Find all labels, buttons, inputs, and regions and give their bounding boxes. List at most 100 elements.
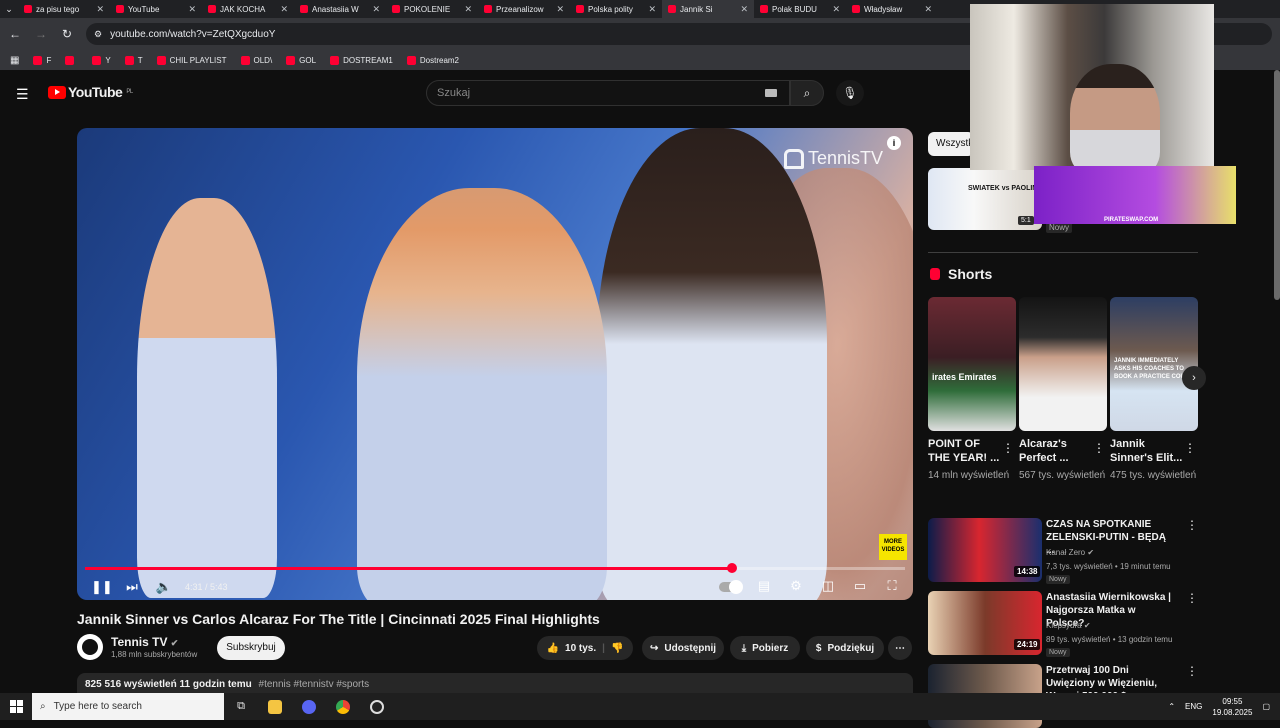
back-icon[interactable]: ←	[8, 27, 22, 41]
browser-tab[interactable]: Polak BUDU ✕	[754, 0, 846, 18]
info-icon[interactable]: i	[887, 136, 901, 150]
youtube-logo[interactable]: YouTube PL	[48, 84, 133, 100]
short-card[interactable]: JANNIK IMMEDIATELY ASKS HIS COACHES TO B…	[1110, 297, 1198, 483]
thanks-button[interactable]: $ Podziękuj	[806, 636, 884, 660]
apps-grid-icon[interactable]: ▦	[10, 55, 19, 66]
short-thumbnail[interactable]: irates Emirates	[928, 297, 1016, 431]
bookmark-item[interactable]: Y	[92, 55, 111, 65]
more-options-icon[interactable]: ⋮	[1093, 441, 1105, 455]
bookmark-item[interactable]: GOL	[286, 55, 316, 65]
recommended-video[interactable]: 24:19 Anastasiia Wiernikowska | Najgorsza…	[928, 591, 1198, 657]
page-scrollbar[interactable]	[1274, 70, 1280, 300]
channel-name[interactable]: Tennis TV ✔	[111, 635, 178, 649]
download-button[interactable]: ⤓ Pobierz	[730, 636, 800, 660]
progress-bar[interactable]	[85, 563, 905, 573]
close-tab-icon[interactable]: ✕	[464, 4, 472, 15]
recommended-video[interactable]: 14:38 CZAS NA SPOTKANIE ZELENSKI-PUTIN - …	[928, 518, 1198, 584]
short-card[interactable]: irates Emirates POINT OF THE YEAR! ... 14 …	[928, 297, 1016, 483]
site-info-icon[interactable]: ⚙	[94, 29, 102, 40]
more-options-icon[interactable]: ⋮	[1186, 591, 1198, 605]
bookmark-item[interactable]: T	[124, 55, 143, 65]
file-explorer-icon[interactable]	[258, 693, 292, 720]
fullscreen-icon[interactable]: ⛶	[883, 578, 901, 594]
browser-tab[interactable]: Władysław ✕	[846, 0, 938, 18]
video-player[interactable]: TennisTV i MORE VIDEOS ❚❚ ⏭ 🔈 4:31 / 5:4…	[77, 128, 913, 600]
short-thumbnail[interactable]	[1019, 297, 1107, 431]
theater-mode-icon[interactable]: ▭	[851, 578, 869, 594]
more-options-icon[interactable]: ⋮	[1186, 518, 1198, 532]
more-actions-button[interactable]: ⋯	[888, 636, 912, 660]
search-button[interactable]: ⌕	[790, 80, 824, 106]
recommended-video[interactable]: Przetrwaj 100 Dni Uwięziony w Więzieniu,…	[928, 664, 1198, 728]
filter-chip-all[interactable]: Wszystk	[928, 132, 974, 156]
clock[interactable]: 09:55 19.08.2025	[1212, 696, 1252, 718]
obs-icon[interactable]	[360, 693, 394, 720]
close-tab-icon[interactable]: ✕	[96, 4, 104, 15]
search-input[interactable]: Szukaj	[426, 80, 790, 106]
progress-scrubber[interactable]	[726, 563, 737, 573]
bookmark-item[interactable]: CHIL PLAYLIST	[156, 55, 227, 65]
autoplay-toggle[interactable]	[719, 580, 743, 594]
more-options-icon[interactable]: ⋮	[1186, 664, 1198, 678]
recommended-video-thumbnail[interactable]: SWIATEK vs PAOLINI 5:1	[928, 168, 1042, 230]
close-tab-icon[interactable]: ✕	[924, 4, 932, 15]
forward-icon[interactable]: →	[34, 27, 48, 41]
miniplayer-icon[interactable]: ◫	[819, 578, 837, 594]
taskbar-search[interactable]: ⌕ Type here to search	[32, 693, 224, 720]
next-icon[interactable]: ⏭	[123, 579, 141, 595]
keyboard-icon[interactable]	[765, 89, 777, 97]
reload-icon[interactable]: ↻	[60, 27, 74, 41]
bookmark-item[interactable]: OLD\	[240, 55, 272, 65]
more-options-icon[interactable]: ⋮	[1002, 441, 1014, 455]
close-tab-icon[interactable]: ✕	[556, 4, 564, 15]
subscribe-button[interactable]: Subskrybuj	[217, 636, 285, 660]
like-button[interactable]: 👍 10 tys.	[547, 643, 597, 654]
bookmark-item[interactable]: F	[33, 55, 51, 65]
share-button[interactable]: ↪ Udostępnij	[642, 636, 724, 660]
chrome-icon[interactable]	[326, 693, 360, 720]
tab-search-button[interactable]: ⌄	[0, 0, 18, 18]
browser-tab[interactable]: POKOLENIE ✕	[386, 0, 478, 18]
short-card[interactable]: Alcaraz's Perfect ... 567 tys. wyświetleń…	[1019, 297, 1107, 483]
menu-icon[interactable]: ☰	[16, 86, 32, 103]
browser-tab[interactable]: Jannik Si ✕	[662, 0, 754, 18]
volume-icon[interactable]: 🔈	[155, 579, 173, 595]
browser-tab[interactable]: Anastasiia W ✕	[294, 0, 386, 18]
input-language[interactable]: ENG	[1185, 702, 1202, 711]
notifications-icon[interactable]: ▢	[1262, 702, 1270, 711]
shorts-next-button[interactable]: ›	[1182, 366, 1206, 390]
close-tab-icon[interactable]: ✕	[740, 4, 748, 15]
start-button[interactable]	[0, 693, 32, 720]
browser-tab[interactable]: JAK KOCHA ✕	[202, 0, 294, 18]
recommended-channel[interactable]: Klepsydra ✔	[1046, 621, 1091, 630]
settings-gear-icon[interactable]: ⚙	[787, 578, 805, 594]
more-videos-button[interactable]: MORE VIDEOS	[879, 534, 907, 560]
browser-tab[interactable]: YouTube ✕	[110, 0, 202, 18]
close-tab-icon[interactable]: ✕	[648, 4, 656, 15]
browser-tab[interactable]: Polska polity ✕	[570, 0, 662, 18]
browser-tab[interactable]: Przeanalizow ✕	[478, 0, 570, 18]
close-tab-icon[interactable]: ✕	[280, 4, 288, 15]
close-tab-icon[interactable]: ✕	[832, 4, 840, 15]
pause-icon[interactable]: ❚❚	[91, 579, 113, 595]
channel-avatar[interactable]	[77, 634, 103, 660]
discord-icon[interactable]	[292, 693, 326, 720]
short-title: POINT OF THE YEAR! ...	[928, 438, 1000, 464]
share-label: Udostępnij	[664, 642, 717, 654]
task-view-icon[interactable]: ⧉	[224, 693, 258, 720]
close-tab-icon[interactable]: ✕	[372, 4, 380, 15]
tray-chevron-icon[interactable]: ⌃	[1168, 702, 1175, 711]
bookmark-item[interactable]	[65, 55, 78, 65]
subtitles-icon[interactable]: ▤	[755, 578, 773, 594]
voice-search-button[interactable]: 🎙	[836, 80, 864, 106]
bookmark-item[interactable]: DOSTREAM1	[330, 55, 393, 65]
close-tab-icon[interactable]: ✕	[188, 4, 196, 15]
recommended-channel[interactable]: Kanał Zero ✔	[1046, 548, 1094, 557]
bookmark-item[interactable]: Dostream2	[406, 55, 459, 65]
hashtags[interactable]: #tennis #tennistv #sports	[259, 679, 370, 690]
short-thumbnail[interactable]: JANNIK IMMEDIATELY ASKS HIS COACHES TO B…	[1110, 297, 1198, 431]
dislike-icon[interactable]: 👎	[611, 643, 623, 654]
browser-tab[interactable]: za pisu tego ✕	[18, 0, 110, 18]
more-options-icon[interactable]: ⋮	[1184, 441, 1196, 455]
description-box[interactable]: 825 516 wyświetleń 11 godzin temu #tenni…	[77, 673, 913, 695]
